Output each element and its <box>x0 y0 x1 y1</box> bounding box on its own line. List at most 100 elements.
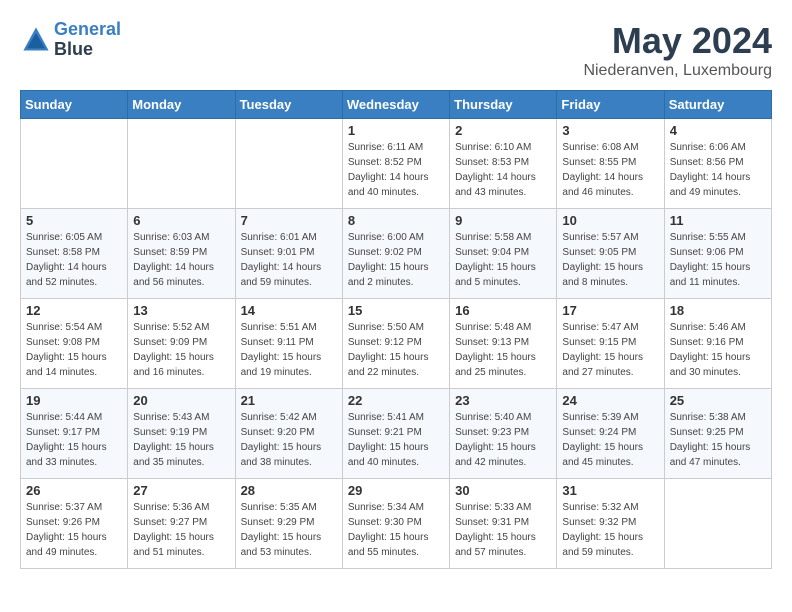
day-info: Sunrise: 5:33 AM Sunset: 9:31 PM Dayligh… <box>455 500 551 560</box>
day-number: 21 <box>241 393 337 408</box>
calendar-cell <box>128 119 235 209</box>
calendar-cell: 15 Sunrise: 5:50 AM Sunset: 9:12 PM Dayli… <box>342 299 449 389</box>
day-number: 27 <box>133 483 229 498</box>
day-info: Sunrise: 5:50 AM Sunset: 9:12 PM Dayligh… <box>348 320 444 380</box>
day-info: Sunrise: 6:03 AM Sunset: 8:59 PM Dayligh… <box>133 230 229 290</box>
day-info: Sunrise: 6:05 AM Sunset: 8:58 PM Dayligh… <box>26 230 122 290</box>
calendar-cell: 25Sunrise: 5:38 AM Sunset: 9:25 PM Dayli… <box>664 389 771 479</box>
day-number: 12 <box>26 303 122 318</box>
day-info: Sunrise: 5:48 AM Sunset: 9:13 PM Dayligh… <box>455 320 551 380</box>
day-number: 3 <box>562 123 658 138</box>
day-info: Sunrise: 5:35 AM Sunset: 9:29 PM Dayligh… <box>241 500 337 560</box>
day-number: 20 <box>133 393 229 408</box>
day-info: Sunrise: 5:41 AM Sunset: 9:21 PM Dayligh… <box>348 410 444 470</box>
day-info: Sunrise: 6:00 AM Sunset: 9:02 PM Dayligh… <box>348 230 444 290</box>
day-info: Sunrise: 5:58 AM Sunset: 9:04 PM Dayligh… <box>455 230 551 290</box>
calendar-cell <box>235 119 342 209</box>
logo-general: General <box>54 19 121 39</box>
calendar-cell: 10 Sunrise: 5:57 AM Sunset: 9:05 PM Dayli… <box>557 209 664 299</box>
logo-icon <box>22 26 50 54</box>
weekday-header-saturday: Saturday <box>664 91 771 119</box>
month-title: May 2024 <box>583 20 772 62</box>
calendar-cell: 23 Sunrise: 5:40 AM Sunset: 9:23 PM Dayli… <box>450 389 557 479</box>
day-number: 13 <box>133 303 229 318</box>
day-number: 31 <box>562 483 658 498</box>
day-number: 8 <box>348 213 444 228</box>
day-number: 23 <box>455 393 551 408</box>
day-number: 26 <box>26 483 122 498</box>
day-info: Sunrise: 6:08 AM Sunset: 8:55 PM Dayligh… <box>562 140 658 200</box>
week-row-3: 12Sunrise: 5:54 AM Sunset: 9:08 PM Dayli… <box>21 299 772 389</box>
day-info: Sunrise: 5:34 AM Sunset: 9:30 PM Dayligh… <box>348 500 444 560</box>
calendar-table: SundayMondayTuesdayWednesdayThursdayFrid… <box>20 90 772 569</box>
week-row-5: 26 Sunrise: 5:37 AM Sunset: 9:26 PM Dayli… <box>21 479 772 569</box>
day-info: Sunrise: 5:46 AM Sunset: 9:16 PM Dayligh… <box>670 320 766 380</box>
calendar-cell: 17 Sunrise: 5:47 AM Sunset: 9:15 PM Dayli… <box>557 299 664 389</box>
day-info: Sunrise: 5:36 AM Sunset: 9:27 PM Dayligh… <box>133 500 229 560</box>
calendar-cell: 13 Sunrise: 5:52 AM Sunset: 9:09 PM Dayli… <box>128 299 235 389</box>
day-number: 28 <box>241 483 337 498</box>
day-info: Sunrise: 5:57 AM Sunset: 9:05 PM Dayligh… <box>562 230 658 290</box>
day-info: Sunrise: 5:44 AM Sunset: 9:17 PM Dayligh… <box>26 410 122 470</box>
day-info: Sunrise: 5:51 AM Sunset: 9:11 PM Dayligh… <box>241 320 337 380</box>
calendar-cell: 29 Sunrise: 5:34 AM Sunset: 9:30 PM Dayli… <box>342 479 449 569</box>
day-info: Sunrise: 5:52 AM Sunset: 9:09 PM Dayligh… <box>133 320 229 380</box>
day-number: 24 <box>562 393 658 408</box>
day-info: Sunrise: 6:11 AM Sunset: 8:52 PM Dayligh… <box>348 140 444 200</box>
calendar-cell <box>664 479 771 569</box>
weekday-header-row: SundayMondayTuesdayWednesdayThursdayFrid… <box>21 91 772 119</box>
week-row-1: 1 Sunrise: 6:11 AM Sunset: 8:52 PM Daylig… <box>21 119 772 209</box>
day-info: Sunrise: 5:42 AM Sunset: 9:20 PM Dayligh… <box>241 410 337 470</box>
day-number: 19 <box>26 393 122 408</box>
calendar-cell: 3 Sunrise: 6:08 AM Sunset: 8:55 PM Daylig… <box>557 119 664 209</box>
page-header: General Blue May 2024 Niederanven, Luxem… <box>20 20 772 80</box>
day-info: Sunrise: 5:40 AM Sunset: 9:23 PM Dayligh… <box>455 410 551 470</box>
calendar-cell: 9Sunrise: 5:58 AM Sunset: 9:04 PM Daylig… <box>450 209 557 299</box>
day-info: Sunrise: 6:10 AM Sunset: 8:53 PM Dayligh… <box>455 140 551 200</box>
day-info: Sunrise: 6:06 AM Sunset: 8:56 PM Dayligh… <box>670 140 766 200</box>
day-info: Sunrise: 5:37 AM Sunset: 9:26 PM Dayligh… <box>26 500 122 560</box>
day-number: 17 <box>562 303 658 318</box>
calendar-cell <box>21 119 128 209</box>
day-number: 6 <box>133 213 229 228</box>
day-number: 5 <box>26 213 122 228</box>
day-number: 25 <box>670 393 766 408</box>
calendar-cell: 4 Sunrise: 6:06 AM Sunset: 8:56 PM Daylig… <box>664 119 771 209</box>
week-row-4: 19 Sunrise: 5:44 AM Sunset: 9:17 PM Dayli… <box>21 389 772 479</box>
calendar-cell: 20 Sunrise: 5:43 AM Sunset: 9:19 PM Dayli… <box>128 389 235 479</box>
day-info: Sunrise: 5:32 AM Sunset: 9:32 PM Dayligh… <box>562 500 658 560</box>
calendar-cell: 16 Sunrise: 5:48 AM Sunset: 9:13 PM Dayli… <box>450 299 557 389</box>
weekday-header-tuesday: Tuesday <box>235 91 342 119</box>
calendar-cell: 6 Sunrise: 6:03 AM Sunset: 8:59 PM Daylig… <box>128 209 235 299</box>
weekday-header-wednesday: Wednesday <box>342 91 449 119</box>
calendar-cell: 27 Sunrise: 5:36 AM Sunset: 9:27 PM Dayli… <box>128 479 235 569</box>
day-number: 30 <box>455 483 551 498</box>
weekday-header-monday: Monday <box>128 91 235 119</box>
day-info: Sunrise: 6:01 AM Sunset: 9:01 PM Dayligh… <box>241 230 337 290</box>
day-number: 29 <box>348 483 444 498</box>
day-info: Sunrise: 5:39 AM Sunset: 9:24 PM Dayligh… <box>562 410 658 470</box>
calendar-cell: 8 Sunrise: 6:00 AM Sunset: 9:02 PM Daylig… <box>342 209 449 299</box>
day-number: 7 <box>241 213 337 228</box>
calendar-cell: 21 Sunrise: 5:42 AM Sunset: 9:20 PM Dayli… <box>235 389 342 479</box>
logo-blue: Blue <box>54 39 93 59</box>
day-number: 15 <box>348 303 444 318</box>
day-number: 10 <box>562 213 658 228</box>
calendar-cell: 26 Sunrise: 5:37 AM Sunset: 9:26 PM Dayli… <box>21 479 128 569</box>
calendar-cell: 12Sunrise: 5:54 AM Sunset: 9:08 PM Dayli… <box>21 299 128 389</box>
calendar-cell: 31 Sunrise: 5:32 AM Sunset: 9:32 PM Dayli… <box>557 479 664 569</box>
day-number: 1 <box>348 123 444 138</box>
day-number: 14 <box>241 303 337 318</box>
day-info: Sunrise: 5:43 AM Sunset: 9:19 PM Dayligh… <box>133 410 229 470</box>
logo: General Blue <box>20 20 121 60</box>
day-number: 11 <box>670 213 766 228</box>
day-info: Sunrise: 5:47 AM Sunset: 9:15 PM Dayligh… <box>562 320 658 380</box>
calendar-cell: 18Sunrise: 5:46 AM Sunset: 9:16 PM Dayli… <box>664 299 771 389</box>
title-block: May 2024 Niederanven, Luxembourg <box>583 20 772 80</box>
weekday-header-friday: Friday <box>557 91 664 119</box>
calendar-cell: 14 Sunrise: 5:51 AM Sunset: 9:11 PM Dayli… <box>235 299 342 389</box>
weekday-header-thursday: Thursday <box>450 91 557 119</box>
day-number: 16 <box>455 303 551 318</box>
day-number: 4 <box>670 123 766 138</box>
calendar-cell: 19 Sunrise: 5:44 AM Sunset: 9:17 PM Dayli… <box>21 389 128 479</box>
